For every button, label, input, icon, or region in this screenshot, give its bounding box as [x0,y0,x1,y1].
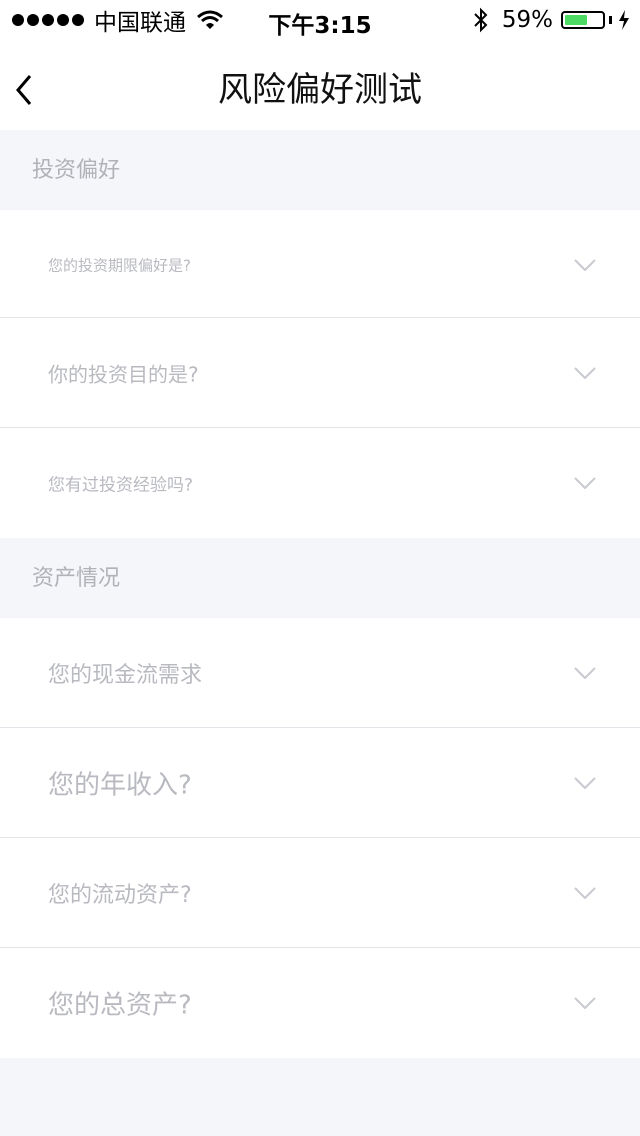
status-right: 59% [472,6,630,34]
bluetooth-icon [474,7,488,33]
question-row[interactable]: 您的流动资产? [0,838,640,948]
question-row[interactable]: 您有过投资经验吗? [0,428,640,538]
section-title: 资产情况 [32,566,121,591]
chevron-down-icon [574,367,596,379]
battery-icon [561,11,605,29]
question-label: 你的投资目的是? [48,362,199,387]
chevron-down-icon [574,477,596,489]
question-row[interactable]: 您的年收入? [0,728,640,838]
question-label: 您的总资产? [48,990,192,1021]
question-row[interactable]: 您的投资期限偏好是? [0,210,640,320]
chevron-down-icon [574,887,596,899]
question-row[interactable]: 您的总资产? [0,948,640,1058]
battery-percent: 59% [501,7,553,33]
section-header: 资产情况 [0,538,640,618]
battery-tip [609,16,612,24]
section-title: 投资偏好 [32,158,121,183]
question-label: 您的现金流需求 [48,663,203,688]
question-label: 您的年收入? [48,770,192,801]
page-title: 风险偏好测试 [218,70,422,110]
chevron-down-icon [574,667,596,679]
status-bar: 中国联通 下午3:15 59% [0,0,640,40]
question-row[interactable]: 你的投资目的是? [0,318,640,428]
question-label: 您有过投资经验吗? [48,475,194,496]
question-label: 您的投资期限偏好是? [48,256,191,275]
chevron-down-icon [574,259,596,271]
question-label: 您的流动资产? [48,883,192,908]
charging-icon [619,10,629,30]
question-row[interactable]: 您的现金流需求 [0,618,640,728]
navigation-bar: 风险偏好测试 [0,40,640,130]
chevron-down-icon [574,777,596,789]
chevron-down-icon [574,997,596,1009]
section-header: 投资偏好 [0,130,640,210]
